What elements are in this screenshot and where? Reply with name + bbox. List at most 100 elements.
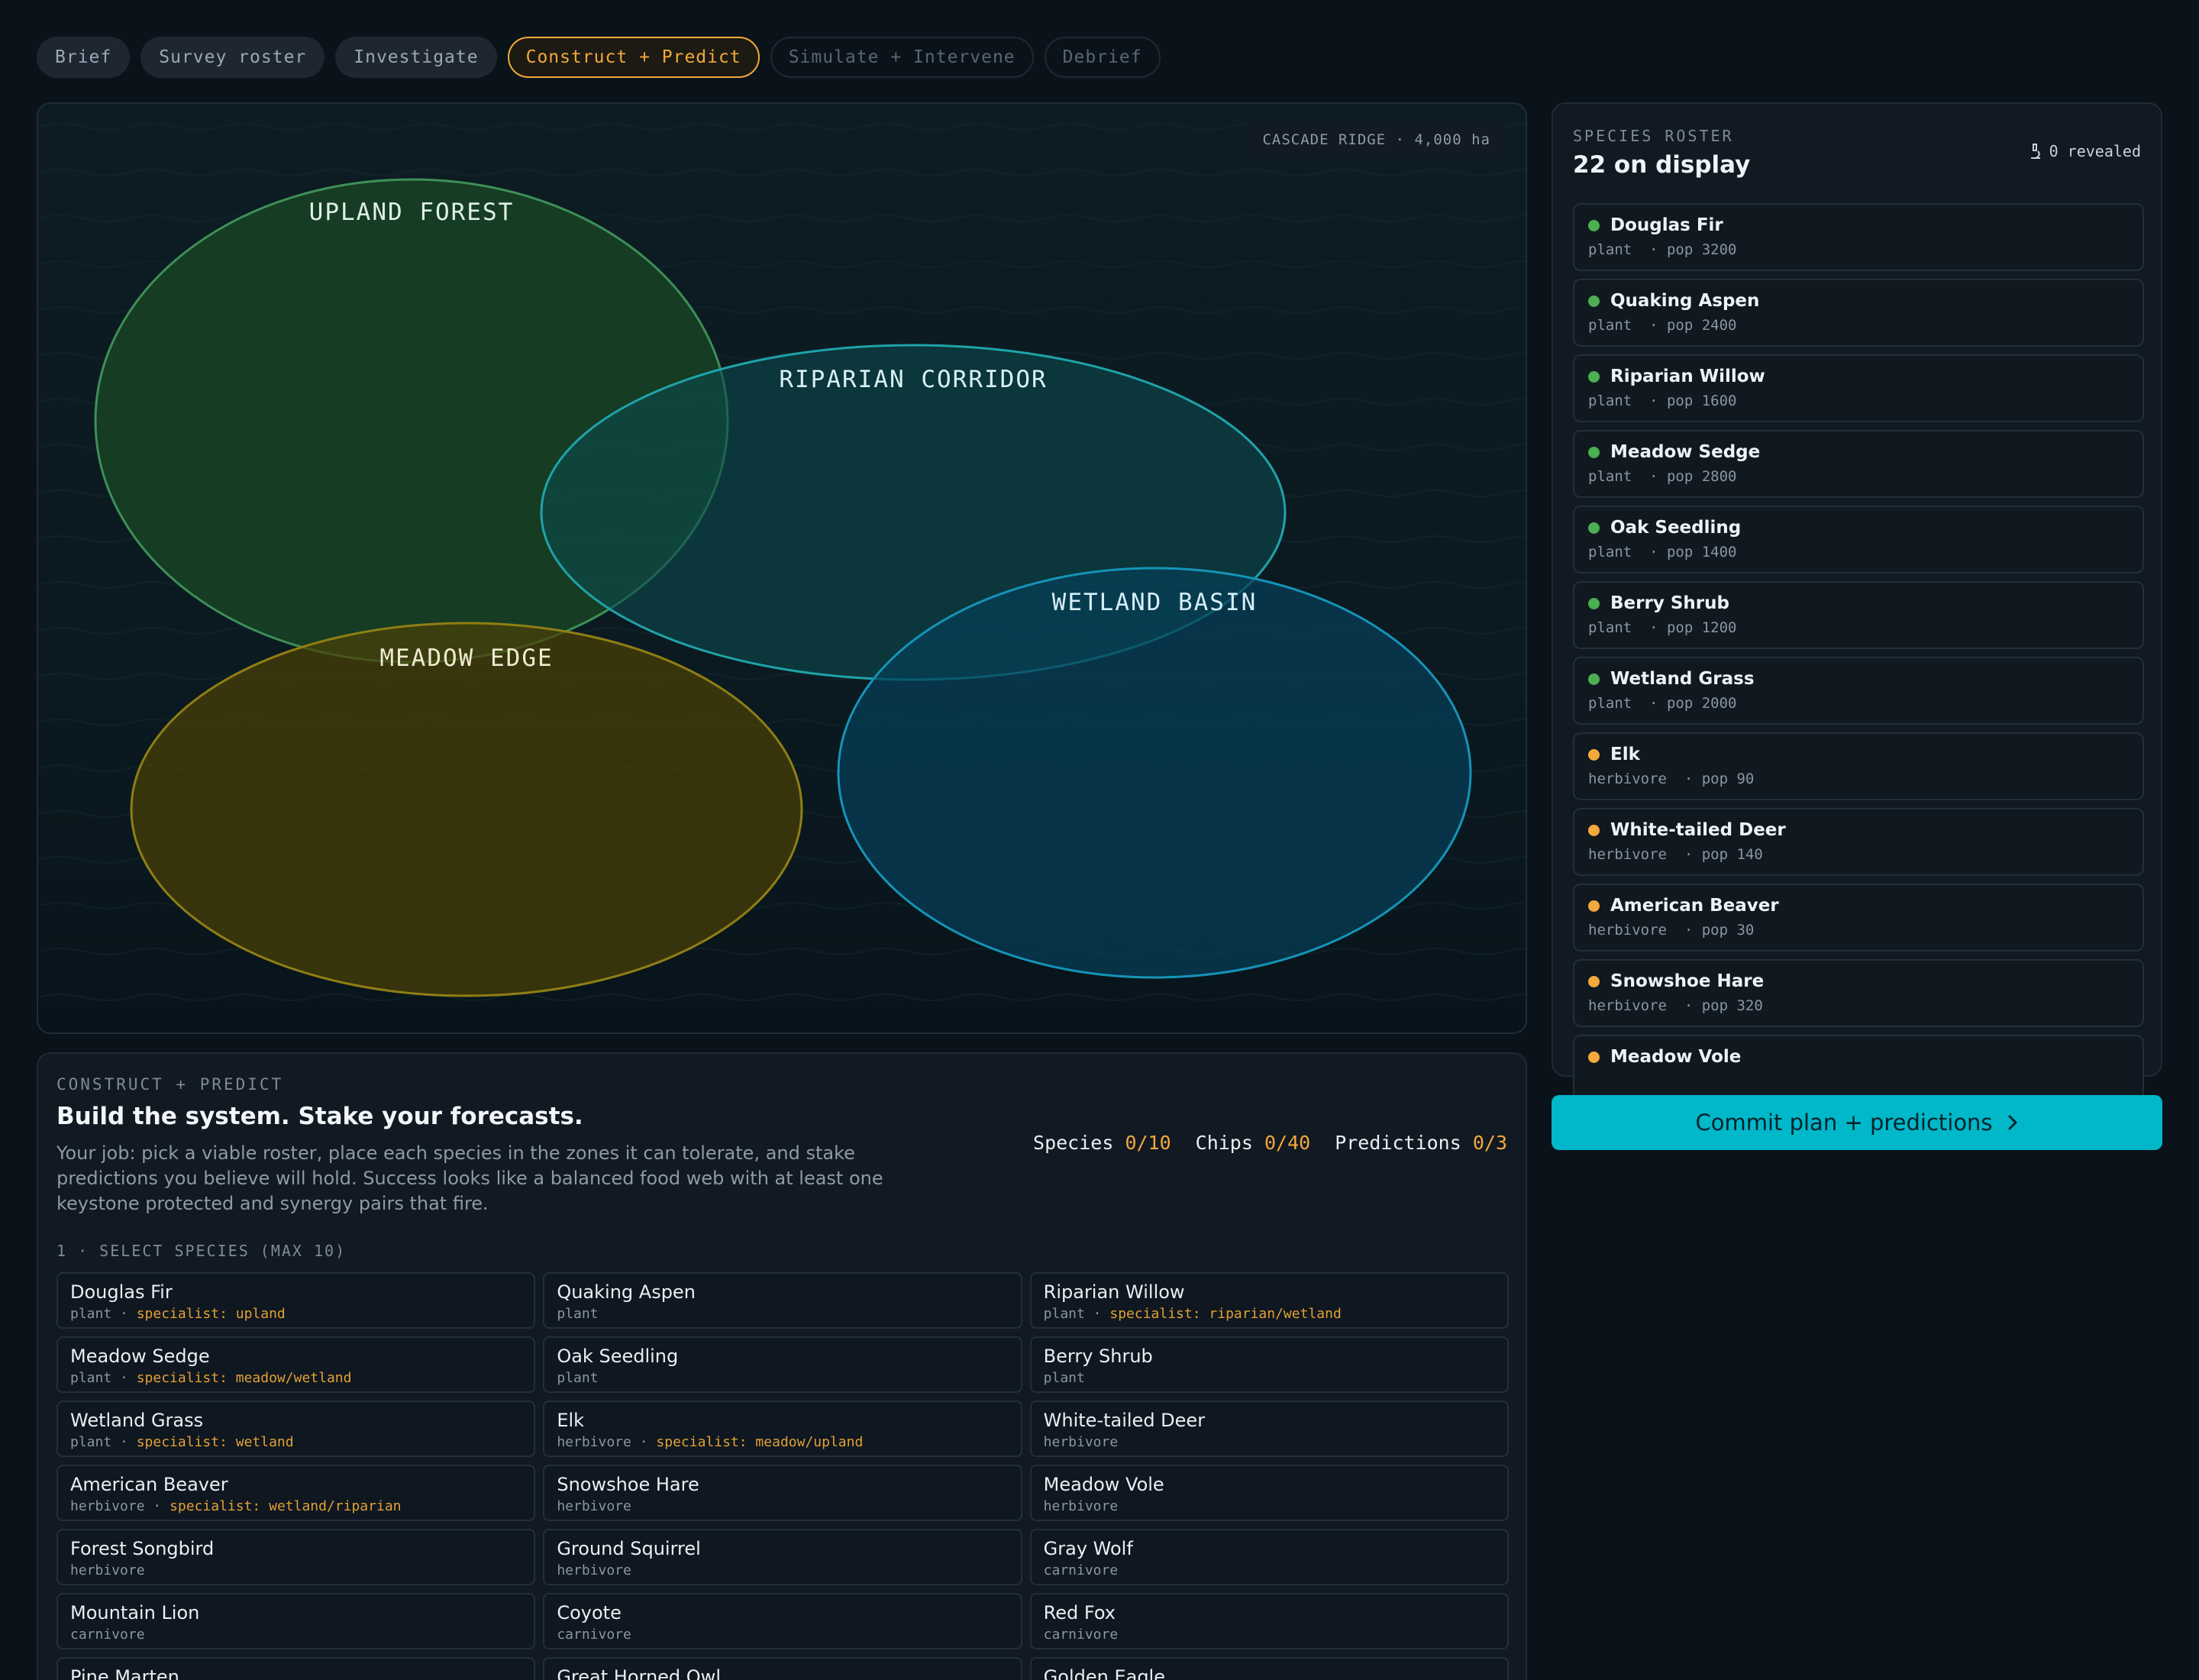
species-option-meta: plant · specialist: wetland — [70, 1434, 521, 1450]
roster-card-meta: herbivore · pop 140 — [1588, 846, 1763, 863]
species-option-meta: carnivore — [1044, 1627, 1495, 1643]
zone-label-meadow: MEADOW EDGE — [379, 645, 553, 672]
roster-card-name: Riparian Willow — [1588, 367, 2129, 386]
species-option-name: Ground Squirrel — [557, 1538, 701, 1559]
species-option-specialist: specialist: upland — [136, 1306, 286, 1322]
species-option-name: Meadow Vole — [1043, 1474, 1164, 1495]
species-option[interactable]: Meadow Vole herbivore — [1029, 1465, 1509, 1521]
species-select-grid: Douglas Fir plant · specialist: upland Qua… — [57, 1272, 1509, 1680]
roster-card-name: Quaking Aspen — [1588, 291, 2129, 311]
roster-card-meta: plant · pop 2800 — [1588, 468, 1737, 485]
species-option[interactable]: Mountain Lion carnivore — [57, 1593, 536, 1649]
roster-card-name-text: Meadow Vole — [1610, 1047, 1742, 1067]
species-option[interactable]: Elk herbivore · specialist: meadow/upland — [543, 1401, 1022, 1457]
roster-list[interactable]: Douglas Fir plant · pop 3200 Quaking Aspen… — [1573, 203, 2144, 1159]
meta-separator: · — [1084, 1306, 1110, 1322]
tab-construct-predict[interactable]: Construct + Predict — [507, 37, 760, 78]
roster-card-name: Wetland Grass — [1588, 669, 2129, 689]
species-option-name: Riparian Willow — [1043, 1281, 1185, 1303]
roster-card[interactable]: Oak Seedling plant · pop 1400 — [1573, 506, 2144, 573]
species-option[interactable]: Snowshoe Hare herbivore — [543, 1465, 1022, 1521]
roster-card-name-text: Douglas Fir — [1610, 215, 1723, 235]
species-option[interactable]: White-tailed Deer herbivore — [1029, 1401, 1509, 1457]
roster-card-name: Meadow Sedge — [1588, 442, 2129, 462]
revealed-count-text: 0 revealed — [2049, 142, 2141, 160]
species-option-specialist: specialist: riparian/wetland — [1109, 1306, 1342, 1322]
roster-card-name: Meadow Vole — [1588, 1047, 2129, 1067]
species-option[interactable]: Pine Marten — [57, 1657, 536, 1680]
species-option[interactable]: Meadow Sedge plant · specialist: meadow/w… — [57, 1336, 536, 1393]
tab-debrief[interactable]: Debrief — [1044, 37, 1161, 78]
zone-wetland-basin[interactable] — [837, 567, 1472, 979]
species-option[interactable]: Douglas Fir plant · specialist: upland — [57, 1272, 536, 1329]
species-option[interactable]: Gray Wolf carnivore — [1029, 1529, 1509, 1585]
phase-tabs: Brief Survey roster Investigate Construc… — [37, 37, 1161, 78]
zone-meadow-edge[interactable] — [130, 622, 803, 997]
species-option-kind: plant — [70, 1370, 112, 1386]
roster-card[interactable]: Douglas Fir plant · pop 3200 — [1573, 203, 2144, 271]
species-option-kind: plant — [70, 1306, 112, 1322]
roster-card-name-text: Wetland Grass — [1610, 669, 1755, 689]
roster-card-name: Oak Seedling — [1588, 518, 2129, 538]
species-option-meta: plant · specialist: meadow/wetland — [70, 1370, 521, 1386]
roster-card[interactable]: Snowshoe Hare herbivore · pop 320 — [1573, 959, 2144, 1027]
tab-investigate[interactable]: Investigate — [335, 37, 497, 78]
species-option-kind: plant — [557, 1306, 599, 1322]
species-option-specialist: specialist: meadow/wetland — [136, 1370, 352, 1386]
roster-card[interactable]: White-tailed Deer herbivore · pop 140 — [1573, 808, 2144, 876]
species-option-kind: herbivore — [1043, 1498, 1119, 1514]
species-option-meta: plant · specialist: upland — [70, 1306, 521, 1322]
species-option[interactable]: Quaking Aspen plant — [543, 1272, 1022, 1329]
species-option-name: Douglas Fir — [70, 1281, 173, 1303]
species-option[interactable]: Wetland Grass plant · specialist: wetland — [57, 1401, 536, 1457]
tab-survey-roster[interactable]: Survey roster — [140, 37, 325, 78]
roster-card-meta: plant · pop 1200 — [1588, 619, 1737, 636]
roster-card[interactable]: Quaking Aspen plant · pop 2400 — [1573, 279, 2144, 347]
species-option[interactable]: Red Fox carnivore — [1029, 1593, 1509, 1649]
species-option[interactable]: Coyote carnivore — [543, 1593, 1022, 1649]
species-option[interactable]: American Beaver herbivore · specialist: w… — [57, 1465, 536, 1521]
roster-card[interactable]: Elk herbivore · pop 90 — [1573, 732, 2144, 800]
kind-dot-icon — [1588, 824, 1600, 836]
species-option-name: Oak Seedling — [557, 1346, 679, 1367]
revealed-count: 0 revealed — [2028, 142, 2141, 160]
species-option[interactable]: Great Horned Owl — [543, 1657, 1022, 1680]
species-option-meta: herbivore — [70, 1562, 521, 1578]
species-option-name: Gray Wolf — [1043, 1538, 1133, 1559]
construct-panel: CONSTRUCT + PREDICT Build the system. St… — [37, 1052, 1527, 1680]
roster-card[interactable]: Wetland Grass plant · pop 2000 — [1573, 657, 2144, 725]
meta-separator: · — [111, 1434, 137, 1450]
species-option-kind: plant — [1043, 1370, 1085, 1386]
species-option[interactable]: Forest Songbird herbivore — [57, 1529, 536, 1585]
species-option-specialist: specialist: wetland — [136, 1434, 294, 1450]
species-option-name: Quaking Aspen — [557, 1281, 696, 1303]
species-option-name: Red Fox — [1043, 1602, 1116, 1623]
commit-plan-button[interactable]: Commit plan + predictions — [1552, 1095, 2162, 1150]
species-option[interactable]: Riparian Willow plant · specialist: ripar… — [1029, 1272, 1509, 1329]
roster-card[interactable]: Riparian Willow plant · pop 1600 — [1573, 354, 2144, 422]
roster-eyebrow: SPECIES ROSTER — [1573, 127, 1734, 145]
roster-card[interactable]: Meadow Sedge plant · pop 2800 — [1573, 430, 2144, 498]
species-option-name: Coyote — [557, 1602, 622, 1623]
chips-stat-value: 0/40 — [1264, 1132, 1311, 1154]
species-option-name: Wetland Grass — [70, 1410, 204, 1431]
roster-card-name: Berry Shrub — [1588, 593, 2129, 613]
roster-card[interactable]: American Beaver herbivore · pop 30 — [1573, 884, 2144, 951]
roster-card-name-text: Riparian Willow — [1610, 367, 1765, 386]
species-option[interactable]: Berry Shrub plant — [1029, 1336, 1509, 1393]
species-option[interactable]: Ground Squirrel herbivore — [543, 1529, 1022, 1585]
species-option-name: Snowshoe Hare — [557, 1474, 699, 1495]
species-option[interactable]: Golden Eagle — [1029, 1657, 1509, 1680]
species-option-kind: plant — [557, 1370, 599, 1386]
species-option-kind: carnivore — [1043, 1627, 1119, 1643]
kind-dot-icon — [1588, 522, 1600, 534]
predictions-stat-label: Predictions — [1335, 1132, 1461, 1154]
tab-brief[interactable]: Brief — [37, 37, 131, 78]
habitat-map: UPLAND FOREST RIPARIAN CORRIDOR MEADOW E… — [37, 102, 1527, 1034]
tab-simulate-intervene[interactable]: Simulate + Intervene — [770, 37, 1034, 78]
species-option[interactable]: Oak Seedling plant — [543, 1336, 1022, 1393]
species-option-specialist: specialist: wetland/riparian — [170, 1498, 402, 1514]
roster-card[interactable]: Meadow Vole — [1573, 1035, 2144, 1103]
roster-card[interactable]: Berry Shrub plant · pop 1200 — [1573, 581, 2144, 649]
roster-title: 22 on display — [1573, 151, 1751, 179]
